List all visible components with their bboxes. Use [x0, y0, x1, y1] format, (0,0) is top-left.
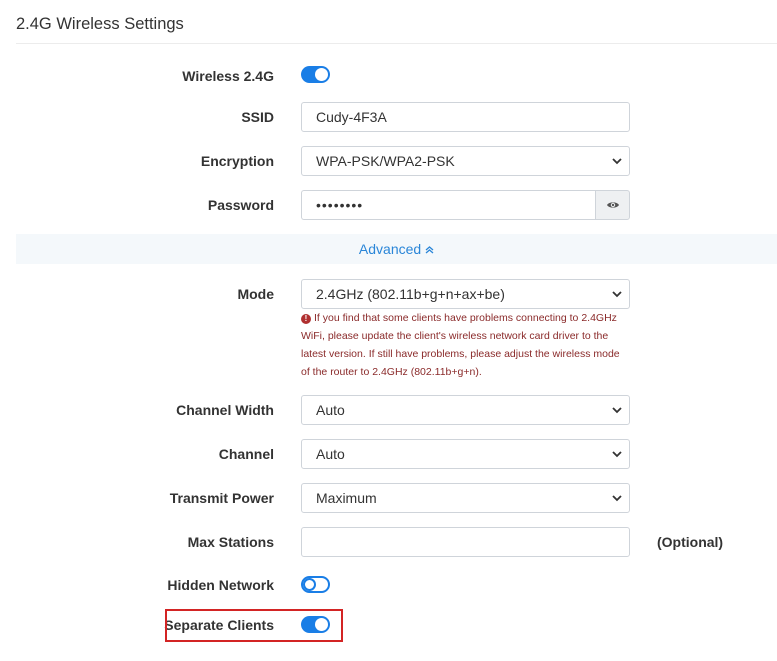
advanced-toggle-link[interactable]: Advanced	[359, 241, 434, 257]
highlight-box	[165, 609, 343, 642]
hidden-network-label: Hidden Network	[167, 577, 274, 593]
ssid-input[interactable]: Cudy-4F3A	[301, 102, 630, 132]
transmit-power-label: Transmit Power	[169, 490, 274, 506]
max-stations-input[interactable]	[301, 527, 630, 557]
channel-width-select[interactable]: Auto	[301, 395, 630, 425]
mode-value: 2.4GHz (802.11b+g+n+ax+be)	[316, 286, 505, 302]
hidden-network-toggle[interactable]	[301, 576, 330, 593]
chevron-down-icon	[612, 158, 622, 165]
max-stations-label: Max Stations	[187, 534, 274, 550]
ssid-label: SSID	[241, 109, 274, 125]
mode-select[interactable]: 2.4GHz (802.11b+g+n+ax+be)	[301, 279, 630, 309]
chevron-down-icon	[612, 407, 622, 414]
wireless-toggle[interactable]	[301, 66, 330, 83]
transmit-power-select[interactable]: Maximum	[301, 483, 630, 513]
encryption-value: WPA-PSK/WPA2-PSK	[316, 153, 455, 169]
wireless-label: Wireless 2.4G	[182, 68, 274, 84]
toggle-knob	[315, 68, 328, 81]
chevron-down-icon	[612, 451, 622, 458]
eye-icon	[606, 202, 619, 208]
chevron-down-icon	[612, 495, 622, 502]
page-title: 2.4G Wireless Settings	[16, 15, 184, 33]
advanced-bar: Advanced	[16, 234, 777, 264]
warning-icon: !	[301, 314, 311, 324]
transmit-power-value: Maximum	[316, 490, 377, 506]
password-input[interactable]: ••••••••	[301, 190, 595, 220]
channel-width-label: Channel Width	[176, 402, 274, 418]
mode-label: Mode	[237, 286, 274, 302]
toggle-knob	[303, 578, 316, 591]
chevron-down-icon	[612, 291, 622, 298]
encryption-label: Encryption	[200, 153, 274, 169]
channel-label: Channel	[218, 446, 274, 462]
password-label: Password	[207, 197, 274, 213]
mode-warning-note: ! If you find that some clients have prob…	[301, 309, 631, 381]
show-password-button[interactable]	[595, 190, 630, 220]
channel-select[interactable]: Auto	[301, 439, 630, 469]
optional-hint: (Optional)	[657, 534, 724, 550]
channel-value: Auto	[316, 446, 345, 462]
title-divider	[16, 43, 777, 44]
mode-note-text: If you find that some clients have probl…	[301, 312, 620, 378]
encryption-select[interactable]: WPA-PSK/WPA2-PSK	[301, 146, 630, 176]
advanced-label: Advanced	[358, 241, 422, 257]
channel-width-value: Auto	[316, 402, 345, 418]
double-chevron-up-icon	[425, 246, 434, 254]
